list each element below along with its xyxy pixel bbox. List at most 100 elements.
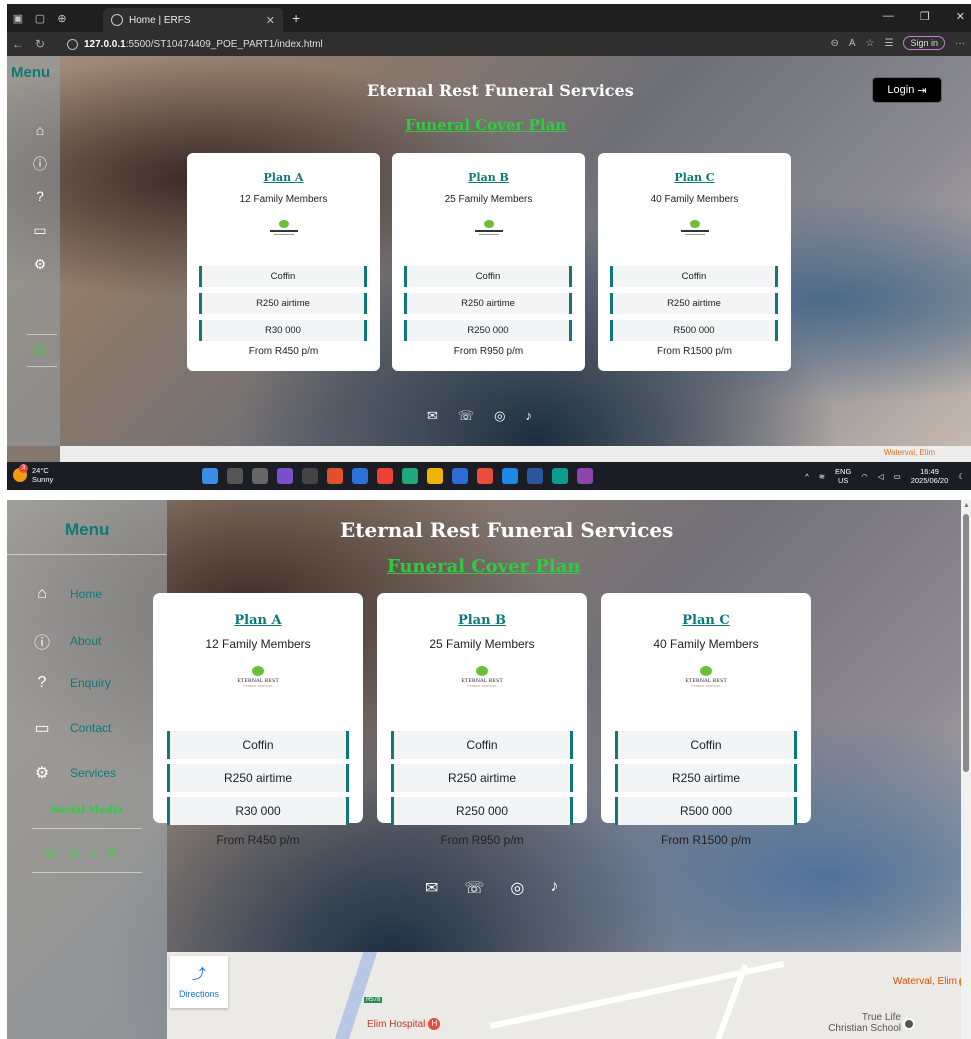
instagram-icon[interactable]: ◎ bbox=[68, 845, 79, 861]
workspaces-icon[interactable]: ▣ bbox=[7, 4, 29, 32]
vscode-icon[interactable] bbox=[502, 468, 518, 484]
scrollbar-thumb[interactable] bbox=[963, 514, 969, 772]
sidebar-item-enquiry[interactable]: ? Enquiry bbox=[32, 674, 111, 692]
sidebar-item-contact[interactable]: ▭ Contact bbox=[32, 718, 111, 738]
sidebar-item-home[interactable]: ⌂ Home bbox=[32, 585, 102, 603]
favorite-star-icon[interactable]: ☆ bbox=[866, 38, 875, 49]
sign-in-button[interactable]: Sign in bbox=[903, 36, 945, 50]
hospital-pin-icon: H bbox=[428, 1018, 441, 1030]
plan-name[interactable]: Plan C bbox=[598, 171, 791, 184]
start-icon[interactable] bbox=[202, 468, 218, 484]
tab-actions-icon[interactable]: ▢ bbox=[29, 4, 51, 32]
zoom-icon[interactable]: ⊖ bbox=[830, 38, 838, 49]
scrollbar[interactable]: ▲ bbox=[961, 500, 971, 1039]
word-icon[interactable] bbox=[527, 468, 543, 484]
minimize-icon[interactable]: — bbox=[883, 10, 894, 23]
plan-feature: R500 000 bbox=[615, 797, 797, 825]
visual-studio-icon[interactable] bbox=[277, 468, 293, 484]
divider bbox=[27, 334, 57, 335]
divider bbox=[7, 554, 167, 555]
mail-icon[interactable]: ✉ bbox=[427, 408, 438, 424]
plan-name[interactable]: Plan B bbox=[377, 613, 587, 628]
sidebar-item-label: About bbox=[70, 634, 102, 648]
new-tab-button[interactable]: + bbox=[292, 10, 300, 26]
plan-name[interactable]: Plan A bbox=[187, 171, 380, 184]
plan-name[interactable]: Plan C bbox=[601, 613, 811, 628]
more-menu-icon[interactable]: ··· bbox=[955, 38, 965, 49]
info-icon[interactable]: ⓘ bbox=[31, 154, 49, 174]
gears-icon[interactable]: ⚙ bbox=[31, 256, 49, 273]
edge-icon[interactable] bbox=[402, 468, 418, 484]
plan-name[interactable]: Plan A bbox=[153, 613, 363, 628]
search-icon[interactable] bbox=[227, 468, 243, 484]
login-arrow-icon: ⇥ bbox=[917, 84, 927, 97]
contact-card-icon[interactable]: ▭ bbox=[31, 222, 49, 239]
wifi-icon[interactable]: ◠ bbox=[861, 472, 868, 481]
login-button[interactable]: Login ⇥ bbox=[872, 77, 942, 103]
tiktok-icon[interactable]: ♪ bbox=[526, 408, 533, 424]
language-indicator[interactable]: ENG US bbox=[835, 467, 851, 485]
github-icon[interactable] bbox=[302, 468, 318, 484]
plan-feature: Coffin bbox=[615, 731, 797, 759]
tiktok-icon[interactable]: ♪ bbox=[550, 878, 558, 898]
instagram-icon[interactable]: ◎ bbox=[494, 408, 505, 424]
mail-icon[interactable]: ✉ bbox=[106, 845, 117, 861]
plan-name[interactable]: Plan B bbox=[392, 171, 585, 184]
app-icon[interactable] bbox=[477, 468, 493, 484]
map-embed[interactable]: Waterval, Elim bbox=[60, 446, 971, 462]
app-icon[interactable] bbox=[577, 468, 593, 484]
sidebar-item-label: Services bbox=[70, 766, 117, 780]
sidebar-item-services[interactable]: ⚙ Services bbox=[32, 763, 116, 783]
section-title[interactable]: Funeral Cover Plan bbox=[405, 116, 566, 134]
network-icon[interactable]: ≋ bbox=[819, 472, 825, 481]
plan-price: From R450 p/m bbox=[216, 833, 300, 847]
app-icon[interactable] bbox=[327, 468, 343, 484]
map-poi-hospital[interactable]: Elim Hospital H bbox=[367, 1018, 441, 1030]
close-window-icon[interactable]: ✕ bbox=[956, 10, 965, 23]
volume-icon[interactable]: ◁ bbox=[878, 472, 884, 481]
sidebar-item-about[interactable]: ⓘ About bbox=[32, 629, 101, 653]
whatsapp-icon[interactable]: ☏ bbox=[464, 878, 484, 898]
globe-icon[interactable]: ⊕ bbox=[51, 4, 73, 32]
task-view-icon[interactable] bbox=[252, 468, 268, 484]
contact-card-icon: ▭ bbox=[34, 720, 50, 737]
map-embed[interactable]: ⤴ Directions R578 Elim Hospital H Waterv… bbox=[167, 952, 971, 1039]
edge-icon[interactable] bbox=[552, 468, 568, 484]
plan-feature: R250 airtime bbox=[199, 293, 367, 314]
social-links: ✉ ☏ ◎ ♪ bbox=[425, 878, 558, 898]
file-explorer-icon[interactable] bbox=[427, 468, 443, 484]
weather-widget[interactable]: 3 24°C Sunny bbox=[13, 464, 53, 484]
app-icon[interactable] bbox=[452, 468, 468, 484]
restore-icon[interactable]: ❐ bbox=[920, 10, 930, 23]
browser-tab[interactable]: Home | ERFS ✕ bbox=[103, 8, 283, 32]
read-aloud-icon[interactable]: A bbox=[849, 38, 856, 49]
app-icon[interactable] bbox=[352, 468, 368, 484]
whatsapp-icon[interactable]: ☏ bbox=[31, 342, 49, 359]
refresh-icon[interactable]: ↻ bbox=[29, 37, 51, 51]
sidebar-collapsed: Menu ⌂ ⓘ ? ▭ ⚙ ☏ bbox=[7, 56, 60, 446]
battery-icon[interactable]: ▭ bbox=[894, 472, 901, 481]
back-icon[interactable]: ← bbox=[7, 37, 29, 51]
map-poi-school[interactable]: True Life Christian School bbox=[828, 1012, 901, 1034]
scroll-up-icon[interactable]: ▲ bbox=[963, 502, 970, 509]
url-field[interactable]: 127.0.0.1 :5500/ST10474409_POE_PART1/ind… bbox=[67, 35, 807, 53]
chrome-icon[interactable] bbox=[377, 468, 393, 484]
notification-icon[interactable]: ☾ bbox=[958, 472, 965, 481]
divider bbox=[27, 366, 57, 367]
whatsapp-icon[interactable]: ☏ bbox=[42, 845, 58, 861]
tiktok-icon[interactable]: ♪ bbox=[90, 845, 97, 861]
whatsapp-icon[interactable]: ☏ bbox=[458, 408, 474, 424]
map-place-label: Waterval, Elim bbox=[892, 976, 957, 987]
plan-price: From R450 p/m bbox=[248, 346, 319, 357]
question-icon[interactable]: ? bbox=[31, 188, 49, 204]
directions-button[interactable]: ⤴ Directions bbox=[170, 956, 228, 1008]
section-title[interactable]: Funeral Cover Plan bbox=[387, 556, 580, 577]
clock[interactable]: 16:49 2025/06/20 bbox=[911, 467, 949, 485]
site-info-icon[interactable] bbox=[67, 38, 78, 50]
instagram-icon[interactable]: ◎ bbox=[510, 878, 524, 898]
chevron-up-icon[interactable]: ^ bbox=[805, 472, 809, 481]
favorites-icon[interactable]: ☰ bbox=[885, 38, 894, 49]
mail-icon[interactable]: ✉ bbox=[425, 878, 438, 898]
tab-close-icon[interactable]: ✕ bbox=[266, 14, 275, 27]
home-icon[interactable]: ⌂ bbox=[31, 122, 49, 138]
